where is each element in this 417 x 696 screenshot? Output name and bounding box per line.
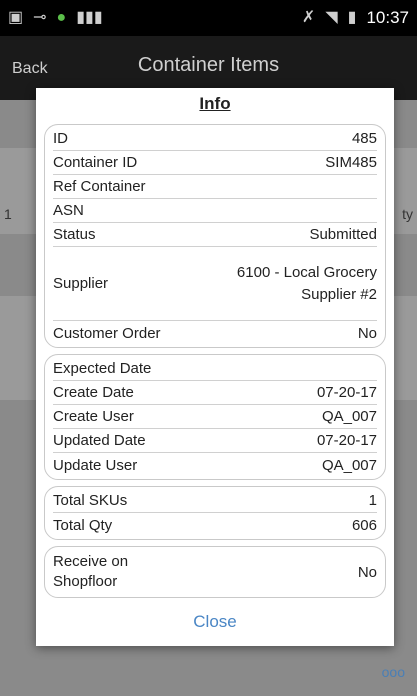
info-row-updated-date: Updated Date 07-20-17 [53,429,377,453]
field-value: 485 [351,130,377,147]
info-row-total-qty: Total Qty 606 [53,513,377,537]
barcode-icon: ▮▮▮ [76,9,103,26]
page-title: Container Items [137,54,280,76]
info-row-id: ID 485 [53,127,377,151]
background-row-number: 1 [4,206,12,222]
info-row-expected-date: Expected Date [53,357,377,381]
info-row-supplier: Supplier 6100 - Local Grocery Supplier #… [53,247,377,321]
background-qty-label: ty [402,206,413,222]
info-row-asn: ASN [53,199,377,223]
field-value: 07-20-17 [316,432,377,449]
info-row-total-skus: Total SKUs 1 [53,489,377,513]
status-left: ▣ ⊸ ● ▮▮▮ [8,10,103,26]
dialog-title: Info [199,94,231,113]
field-value: 1 [368,492,377,509]
field-label: Create Date [53,384,134,401]
field-label: ID [53,130,68,147]
wifi-icon: ◥ [325,9,338,26]
image-icon: ▣ [8,9,24,26]
info-row-container-id: Container ID SIM485 [53,151,377,175]
field-label: Create User [53,408,134,425]
field-value: QA_007 [321,456,377,474]
field-label: Status [53,226,96,243]
field-value: No [357,324,377,342]
field-label: Total Qty [53,516,113,534]
status-time: 10:37 [366,8,409,27]
info-row-ref-container: Ref Container [53,175,377,199]
info-row-customer-order: Customer Order No [53,321,377,345]
status-bar: ▣ ⊸ ● ▮▮▮ ✗ ◥ ▮ 10:37 [0,0,417,36]
screen: ▣ ⊸ ● ▮▮▮ ✗ ◥ ▮ 10:37 Back Container Ite… [0,0,417,696]
field-value: QA_007 [321,408,377,425]
key-icon: ⊸ [33,9,47,26]
info-row-status: Status Submitted [53,223,377,247]
battery-icon: ▮ [347,9,357,26]
field-value: SIM485 [325,154,377,171]
field-value: 606 [351,516,377,534]
info-dialog: Info ID 485 Container ID SIM485 Ref Cont… [36,88,394,646]
field-value: No [357,563,377,581]
info-row-update-user: Update User QA_007 [53,453,377,477]
field-label: Supplier [53,275,109,292]
field-label: Expected Date [53,360,152,377]
info-group-container: ID 485 Container ID SIM485 Ref Container… [44,124,386,348]
field-label: Receive on Shopfloor [53,553,129,590]
info-row-receive-on-shopfloor: Receive on Shopfloor No [53,549,377,595]
info-group-dates: Expected Date Create Date 07-20-17 Creat… [44,354,386,480]
field-label: Ref Container [53,178,146,195]
mute-icon: ✗ [301,9,316,26]
close-button[interactable]: Close [36,612,394,632]
field-label: Customer Order [53,324,161,342]
field-label: ASN [53,202,84,219]
field-label: Updated Date [53,432,146,449]
info-row-create-date: Create Date 07-20-17 [53,381,377,405]
field-label: Container ID [53,154,138,171]
field-value: Submitted [309,226,377,243]
field-label: Update User [53,456,138,474]
info-group-totals: Total SKUs 1 Total Qty 606 [44,486,386,540]
field-value: 07-20-17 [316,384,377,401]
info-group-shopfloor: Receive on Shopfloor No [44,546,386,598]
android-notify-icon: ● [56,9,67,26]
info-scroll-area[interactable]: ID 485 Container ID SIM485 Ref Container… [44,124,386,602]
background-more-link[interactable]: ooo [382,664,405,680]
status-right: ✗ ◥ ▮ 10:37 [302,8,409,28]
field-value: 6100 - Local Grocery Supplier #2 [236,263,377,303]
field-label: Total SKUs [53,492,128,509]
info-row-create-user: Create User QA_007 [53,405,377,429]
